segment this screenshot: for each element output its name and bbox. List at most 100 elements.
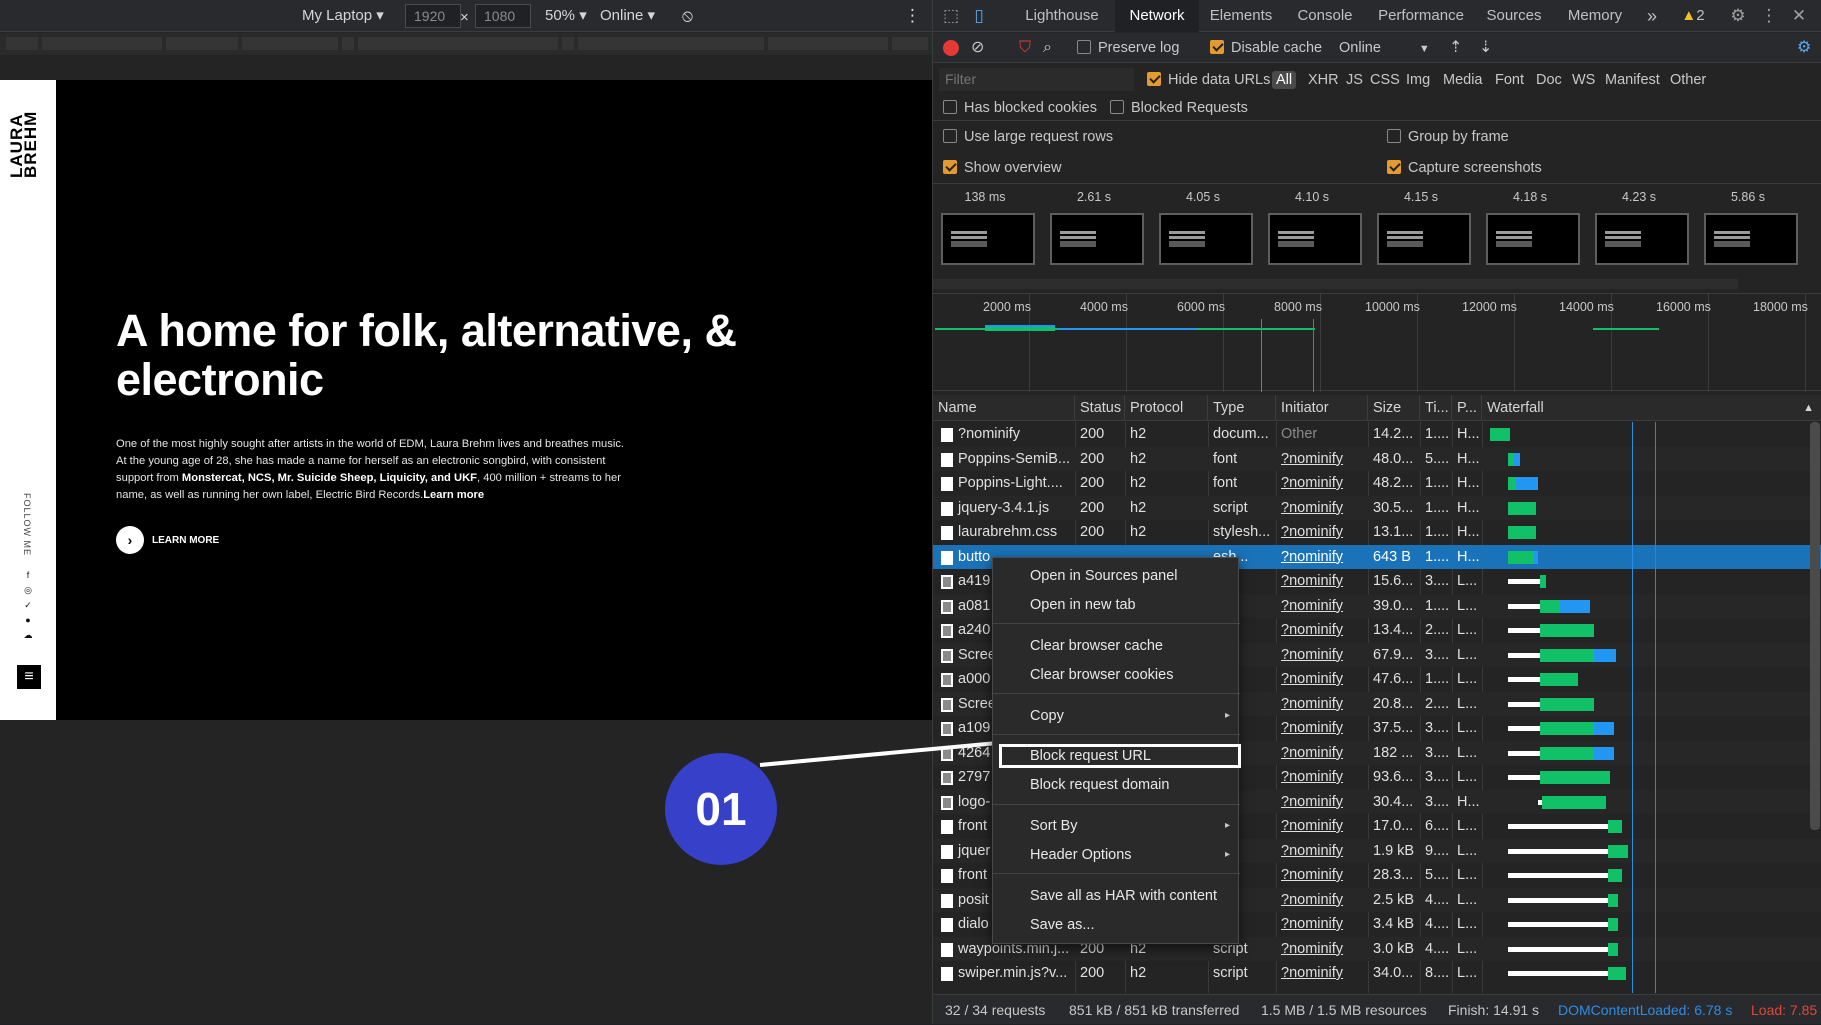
more-options-icon[interactable]: ⋮ xyxy=(1759,6,1779,26)
ruler-segment[interactable] xyxy=(562,37,574,50)
filter-type-js[interactable]: JS xyxy=(1346,71,1363,89)
network-settings-icon[interactable]: ⚙ xyxy=(1797,38,1811,58)
cell-initiator[interactable]: ?nominify xyxy=(1276,814,1368,839)
column-time[interactable]: Ti... xyxy=(1420,395,1452,421)
filmstrip-frame[interactable]: 5.86 s xyxy=(1700,185,1798,269)
menu-save-as[interactable]: Save as... xyxy=(993,913,1240,937)
ruler-segment[interactable] xyxy=(166,37,238,50)
filter-icon[interactable]: ⛉ xyxy=(1019,38,1031,58)
menu-header-options[interactable]: Header Options ▸ xyxy=(993,843,1240,867)
filmstrip-scrollbar[interactable] xyxy=(933,279,1738,289)
filmstrip-frame[interactable]: 4.10 s xyxy=(1264,185,1362,269)
cell-initiator[interactable]: ?nominify xyxy=(1276,545,1368,570)
ruler-segment[interactable] xyxy=(242,37,338,50)
table-row[interactable]: swiper.min.js?v... 200 h2 script ?nominify 34… xyxy=(933,961,1821,986)
show-overview-checkbox[interactable]: Show overview xyxy=(943,158,1062,178)
cell-initiator[interactable]: ?nominify xyxy=(1276,937,1368,962)
column-waterfall[interactable]: Waterfall ▲ xyxy=(1482,395,1821,421)
throttling-select[interactable]: Online ▼ xyxy=(1339,38,1430,58)
ruler-segment[interactable] xyxy=(358,37,558,50)
filter-type-manifest[interactable]: Manifest xyxy=(1605,71,1660,89)
filmstrip-frame[interactable]: 2.61 s xyxy=(1046,185,1144,269)
menu-open-in-new-tab[interactable]: Open in new tab xyxy=(993,593,1240,617)
zoom-select[interactable]: 50% ▾ xyxy=(545,6,587,26)
soundcloud-icon[interactable]: ☁ xyxy=(23,630,33,640)
hide-data-urls-checkbox[interactable]: Hide data URLs xyxy=(1147,71,1270,89)
learn-more-button[interactable]: › LEARN MORE xyxy=(116,526,219,554)
has-blocked-cookies-checkbox[interactable]: Has blocked cookies xyxy=(943,98,1097,118)
table-row[interactable]: Poppins-Light.... 200 h2 font ?nominify 48.2.… xyxy=(933,471,1821,496)
close-icon[interactable]: ✕ xyxy=(1789,6,1809,26)
record-icon[interactable] xyxy=(943,40,959,56)
filter-type-media[interactable]: Media xyxy=(1443,71,1483,89)
cell-initiator[interactable]: ?nominify xyxy=(1276,667,1368,692)
cell-initiator[interactable]: ?nominify xyxy=(1276,447,1368,472)
menu-save-all-har[interactable]: Save all as HAR with content xyxy=(993,884,1240,908)
filter-type-all[interactable]: All xyxy=(1272,71,1297,89)
cell-initiator[interactable]: ?nominify xyxy=(1276,765,1368,790)
cell-initiator[interactable]: ?nominify xyxy=(1276,741,1368,766)
learn-more-link[interactable]: Learn more xyxy=(423,489,484,501)
cell-initiator[interactable]: ?nominify xyxy=(1276,520,1368,545)
column-status[interactable]: Status xyxy=(1075,395,1125,421)
spotify-icon[interactable]: ● xyxy=(23,615,33,625)
cell-initiator[interactable]: ?nominify xyxy=(1276,912,1368,937)
cell-initiator[interactable]: ?nominify xyxy=(1276,716,1368,741)
filter-type-css[interactable]: CSS xyxy=(1370,71,1400,89)
cell-initiator[interactable]: ?nominify xyxy=(1276,594,1368,619)
device-toolbar-icon[interactable]: ▯ xyxy=(969,6,989,26)
filmstrip-frame[interactable]: 138 ms xyxy=(937,185,1035,269)
tab-elements[interactable]: Elements xyxy=(1199,0,1283,32)
cell-initiator[interactable]: ?nominify xyxy=(1276,618,1368,643)
cell-initiator[interactable]: ?nominify xyxy=(1276,961,1368,986)
tab-performance[interactable]: Performance xyxy=(1367,0,1475,32)
media-query-ruler[interactable] xyxy=(0,33,932,55)
network-overview[interactable]: 2000 ms 4000 ms 6000 ms 8000 ms 10000 ms… xyxy=(933,293,1821,392)
inspect-element-icon[interactable]: ⬚ xyxy=(941,6,961,26)
ruler-segment[interactable] xyxy=(578,37,764,50)
instagram-icon[interactable]: ◎ xyxy=(23,585,33,595)
menu-clear-browser-cookies[interactable]: Clear browser cookies xyxy=(993,663,1240,687)
blocked-requests-checkbox[interactable]: Blocked Requests xyxy=(1110,98,1248,118)
cell-initiator[interactable]: ?nominify xyxy=(1276,888,1368,913)
width-input[interactable]: 1920 xyxy=(405,4,461,28)
column-size[interactable]: Size xyxy=(1368,395,1420,421)
tab-lighthouse[interactable]: Lighthouse xyxy=(1009,0,1115,32)
clear-icon[interactable]: ⊘ xyxy=(971,38,984,58)
cell-initiator[interactable]: ?nominify xyxy=(1276,790,1368,815)
cell-initiator[interactable]: ?nominify xyxy=(1276,863,1368,888)
group-by-frame-checkbox[interactable]: Group by frame xyxy=(1387,127,1509,147)
ruler-segment[interactable] xyxy=(768,37,888,50)
filmstrip-frame[interactable]: 4.18 s xyxy=(1482,185,1580,269)
menu-copy[interactable]: Copy ▸ xyxy=(993,704,1240,728)
cell-initiator[interactable]: ?nominify xyxy=(1276,496,1368,521)
table-row[interactable]: jquery-3.4.1.js 200 h2 script ?nominify 30.5.… xyxy=(933,495,1821,521)
column-priority[interactable]: P... xyxy=(1452,395,1482,421)
ruler-segment[interactable] xyxy=(342,37,354,50)
column-initiator[interactable]: Initiator xyxy=(1276,395,1368,421)
height-input[interactable]: 1080 xyxy=(475,4,531,28)
cell-initiator[interactable]: ?nominify xyxy=(1276,569,1368,594)
filter-input[interactable] xyxy=(939,68,1134,91)
ruler-segment[interactable] xyxy=(6,37,38,50)
filter-type-other[interactable]: Other xyxy=(1670,71,1706,89)
disable-cache-checkbox[interactable]: Disable cache xyxy=(1210,38,1322,58)
tab-sources[interactable]: Sources xyxy=(1475,0,1553,32)
preserve-log-checkbox[interactable]: Preserve log xyxy=(1077,38,1179,58)
search-icon[interactable]: ⌕ xyxy=(1043,38,1052,58)
more-options-icon[interactable]: ⋮ xyxy=(904,6,921,26)
filter-type-font[interactable]: Font xyxy=(1495,71,1524,89)
filter-type-xhr[interactable]: XHR xyxy=(1308,71,1339,89)
filter-type-doc[interactable]: Doc xyxy=(1536,71,1562,89)
large-rows-checkbox[interactable]: Use large request rows xyxy=(943,127,1113,147)
menu-clear-browser-cache[interactable]: Clear browser cache xyxy=(993,634,1240,658)
facebook-icon[interactable]: f xyxy=(23,570,33,580)
rotate-icon[interactable]: ⦸ xyxy=(682,6,693,26)
network-select[interactable]: Online ▾ xyxy=(600,6,655,26)
filter-type-ws[interactable]: WS xyxy=(1572,71,1595,89)
column-protocol[interactable]: Protocol xyxy=(1125,395,1208,421)
cell-initiator[interactable]: ?nominify xyxy=(1276,692,1368,717)
menu-sort-by[interactable]: Sort By ▸ xyxy=(993,814,1240,838)
tab-network[interactable]: Network xyxy=(1115,0,1199,32)
tab-console[interactable]: Console xyxy=(1283,0,1367,32)
